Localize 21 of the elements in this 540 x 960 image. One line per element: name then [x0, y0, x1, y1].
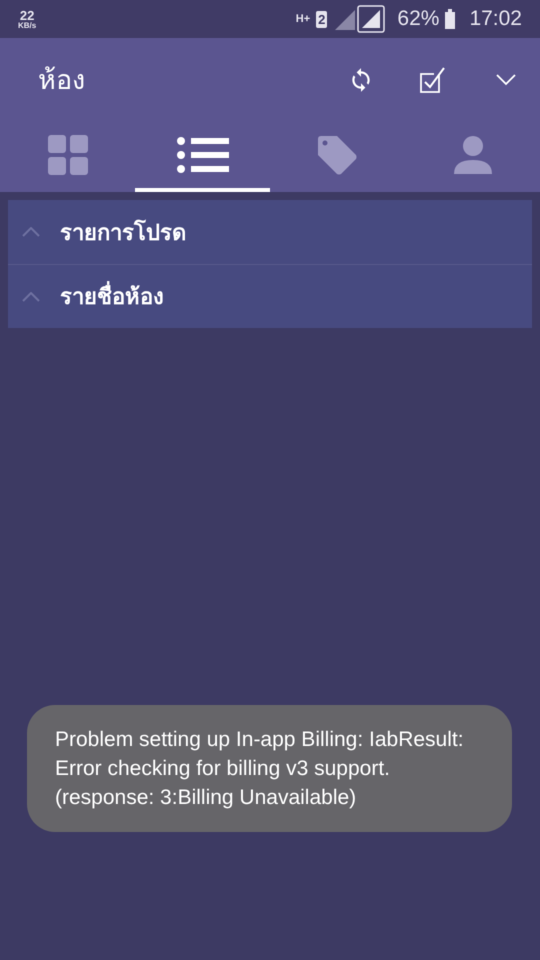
battery-icon [445, 9, 456, 29]
sim-badge: 2 [316, 10, 328, 28]
clock: 17:02 [469, 6, 522, 32]
tag-icon [318, 136, 357, 174]
network-speed-unit: KB/s [18, 22, 36, 30]
group-header[interactable]: รายการโปรด [60, 216, 186, 248]
list-icon [176, 137, 228, 173]
group-header[interactable]: รายชื่อห้อง [60, 280, 164, 313]
battery-level: 62% [397, 6, 440, 32]
network-type: H+ [296, 12, 310, 27]
network-speed: 22 [20, 8, 34, 22]
chevron-down-icon[interactable] [496, 74, 516, 86]
screen-title: ห้อง [38, 64, 85, 97]
toast: Problem setting up In-app Billing: IabResult: Error checking for billing v3 support. (response: 3:Billing Unavailable) [27, 705, 512, 832]
checkbox-icon[interactable] [420, 66, 446, 94]
caret-up-icon [22, 292, 40, 302]
signal-icon [335, 8, 356, 30]
signal-icon [357, 5, 386, 33]
caret-up-icon [22, 227, 40, 237]
person-icon [454, 136, 492, 174]
grid-icon [48, 135, 88, 175]
